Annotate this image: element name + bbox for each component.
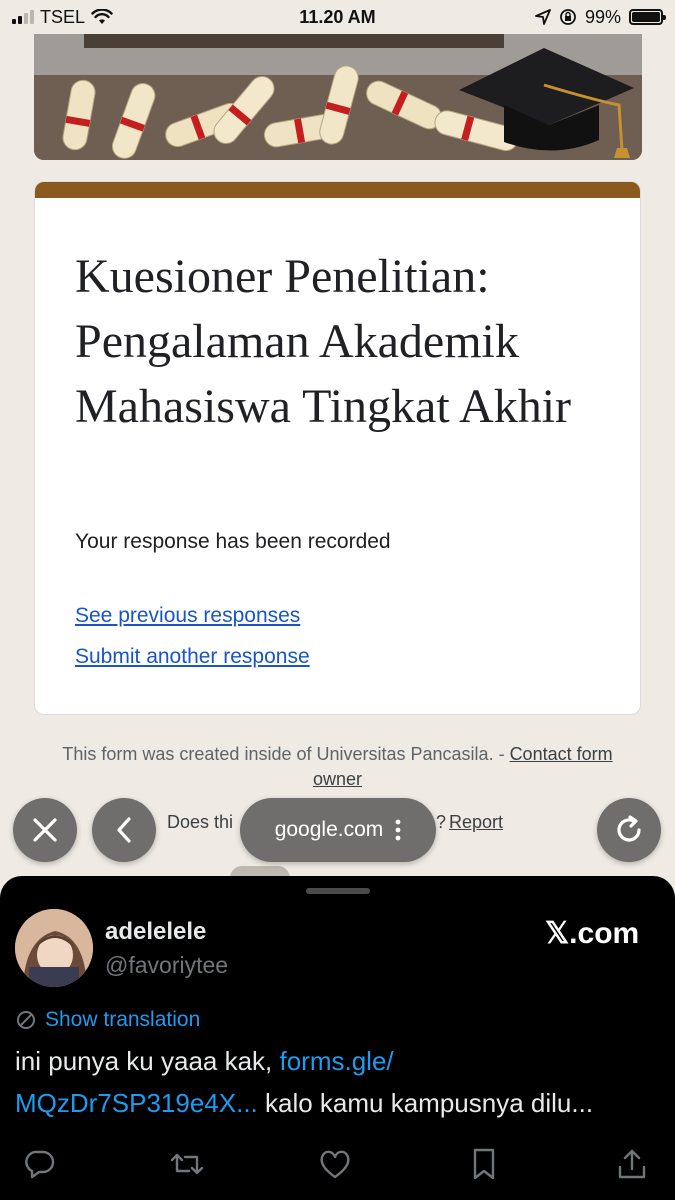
rotation-lock-icon — [560, 9, 576, 25]
tweet-text: ini punya ku yaaa kak, forms.gle/ MQzDr7… — [15, 1040, 665, 1124]
wifi-icon — [91, 9, 113, 24]
battery-icon — [629, 9, 666, 25]
location-icon — [535, 9, 551, 25]
address-bar[interactable]: google.com — [240, 798, 436, 862]
like-button[interactable] — [313, 1142, 357, 1186]
see-previous-responses-link[interactable]: See previous responses — [75, 604, 300, 628]
retweet-icon — [170, 1153, 204, 1175]
close-button[interactable] — [13, 798, 77, 862]
tweet-sheet: adelelele @favoriytee 𝕏.com Show transla… — [0, 876, 675, 1200]
bookmark-button[interactable] — [462, 1142, 506, 1186]
author-handle[interactable]: @favoriytee — [105, 952, 228, 979]
back-button[interactable] — [92, 798, 156, 862]
tweet-link-part1[interactable]: forms.gle/ — [280, 1046, 394, 1076]
reply-button[interactable] — [18, 1142, 62, 1186]
signal-icon — [12, 10, 34, 24]
status-bar: TSEL 11.20 AM 99% — [0, 0, 675, 34]
reply-icon — [25, 1150, 55, 1179]
abuse-text-suffix: ? — [436, 812, 447, 832]
author-display-name[interactable]: adelelele — [105, 918, 206, 946]
tweet-link-part2[interactable]: MQzDr7SP319e4X... — [15, 1088, 258, 1118]
battery-percent: 99% — [584, 6, 621, 27]
x-com-label[interactable]: 𝕏.com — [545, 916, 639, 951]
share-icon — [618, 1149, 646, 1179]
form-title: Kuesioner Penelitian: Pengalaman Akademi… — [75, 250, 572, 433]
share-button[interactable] — [610, 1142, 654, 1186]
url-text: google.com — [274, 818, 384, 841]
sheet-grabber[interactable] — [306, 888, 370, 894]
more-icon[interactable] — [395, 819, 401, 841]
back-icon — [117, 817, 131, 843]
form-header-image — [34, 30, 642, 160]
like-icon — [320, 1150, 350, 1179]
retweet-button[interactable] — [165, 1142, 209, 1186]
carrier-name: TSEL — [40, 6, 86, 27]
bookmark-icon — [473, 1148, 495, 1180]
form-footer: This form was created inside of Universi… — [40, 742, 635, 792]
close-icon — [33, 818, 57, 842]
response-card: Kuesioner Penelitian: Pengalaman Akademi… — [34, 181, 641, 715]
submit-another-response-link[interactable]: Submit another response — [75, 645, 310, 669]
abuse-text: Does thi — [167, 812, 234, 832]
avatar[interactable] — [15, 909, 93, 987]
response-recorded-message: Your response has been recorded — [75, 530, 391, 553]
translate-icon — [17, 1011, 35, 1029]
show-translation-label: Show translation — [45, 1008, 201, 1031]
reload-icon — [617, 815, 641, 842]
status-time: 11.20 AM — [299, 6, 376, 27]
report-abuse-link[interactable]: Report — [449, 812, 503, 833]
reload-button[interactable] — [597, 798, 661, 862]
tweet-text-line1: ini punya ku yaaa kak, — [15, 1046, 280, 1076]
tweet-text-line2: kalo kamu kampusnya dilu... — [257, 1088, 594, 1118]
footer-created-text: This form was created inside of Universi… — [62, 744, 510, 764]
show-translation-button[interactable]: Show translation — [15, 1008, 200, 1032]
card-accent-bar — [35, 182, 640, 198]
tweet-actions — [0, 1142, 675, 1186]
